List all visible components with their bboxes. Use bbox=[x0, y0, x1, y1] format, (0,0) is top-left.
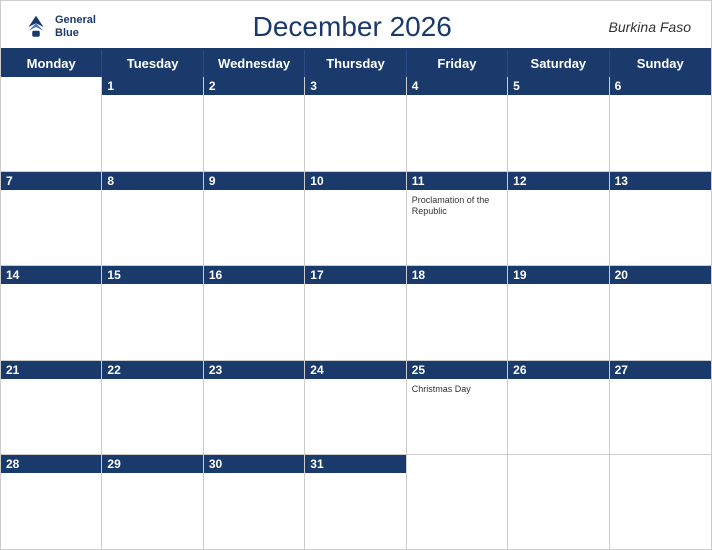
day-cell: 25 Christmas Day bbox=[407, 361, 508, 455]
day-number: 9 bbox=[209, 174, 216, 188]
day-number: 10 bbox=[310, 174, 323, 188]
day-cell: 14 bbox=[1, 266, 102, 360]
weeks: 1234567891011Proclamation of the Republi… bbox=[1, 77, 711, 549]
day-cell: 4 bbox=[407, 77, 508, 171]
day-cell: 30 bbox=[204, 455, 305, 549]
day-number: 19 bbox=[513, 268, 526, 282]
week-row-4: 21 22 23 24 25 Christmas Day 26 27 bbox=[1, 361, 711, 456]
day-cell bbox=[610, 455, 711, 549]
day-cell bbox=[508, 455, 609, 549]
day-number: 24 bbox=[310, 363, 323, 377]
day-cell: 10 bbox=[305, 172, 406, 266]
day-header-saturday: Saturday bbox=[508, 50, 609, 77]
day-cell: 28 bbox=[1, 455, 102, 549]
day-headers: MondayTuesdayWednesdayThursdayFridaySatu… bbox=[1, 50, 711, 77]
logo-text: General Blue bbox=[55, 14, 96, 40]
day-cell: 3 bbox=[305, 77, 406, 171]
day-number: 1 bbox=[107, 79, 114, 93]
week-row-5: 28 29 30 31 bbox=[1, 455, 711, 549]
day-number: 22 bbox=[107, 363, 120, 377]
day-cell: 23 bbox=[204, 361, 305, 455]
day-number: 31 bbox=[310, 457, 323, 471]
day-number: 25 bbox=[412, 363, 425, 377]
logo: General Blue bbox=[21, 12, 96, 42]
day-cell: 11 Proclamation of the Republic bbox=[407, 172, 508, 266]
day-cell: 18 bbox=[407, 266, 508, 360]
day-number: 11 bbox=[412, 174, 425, 188]
day-cell bbox=[407, 455, 508, 549]
day-cell: 16 bbox=[204, 266, 305, 360]
day-header-sunday: Sunday bbox=[610, 50, 711, 77]
day-number: 26 bbox=[513, 363, 526, 377]
day-number: 14 bbox=[6, 268, 19, 282]
day-cell: 9 bbox=[204, 172, 305, 266]
day-header-thursday: Thursday bbox=[305, 50, 406, 77]
day-cell: 31 bbox=[305, 455, 406, 549]
day-cell: 27 bbox=[610, 361, 711, 455]
day-number: 4 bbox=[412, 79, 419, 93]
day-number: 23 bbox=[209, 363, 222, 377]
day-cell: 6 bbox=[610, 77, 711, 171]
day-header-monday: Monday bbox=[1, 50, 102, 77]
day-header-wednesday: Wednesday bbox=[204, 50, 305, 77]
day-cell: 26 bbox=[508, 361, 609, 455]
day-cell: 5 bbox=[508, 77, 609, 171]
day-cell bbox=[1, 77, 102, 171]
day-number: 28 bbox=[6, 457, 19, 471]
day-number: 17 bbox=[310, 268, 323, 282]
holiday-label: Proclamation of the Republic bbox=[412, 195, 502, 218]
day-cell: 15 bbox=[102, 266, 203, 360]
calendar-container: General Blue December 2026 Burkina Faso … bbox=[0, 0, 712, 550]
day-cell: 22 bbox=[102, 361, 203, 455]
day-number: 3 bbox=[310, 79, 317, 93]
month-title: December 2026 bbox=[253, 11, 452, 43]
day-number: 12 bbox=[513, 174, 526, 188]
day-number: 6 bbox=[615, 79, 622, 93]
day-cell: 19 bbox=[508, 266, 609, 360]
week-row-3: 14 15 16 17 18 19 20 bbox=[1, 266, 711, 361]
holiday-label: Christmas Day bbox=[412, 384, 502, 396]
day-cell: 12 bbox=[508, 172, 609, 266]
week-row-1: 1 2 3 4 5 6 bbox=[1, 77, 711, 172]
day-number: 16 bbox=[209, 268, 222, 282]
day-header-tuesday: Tuesday bbox=[102, 50, 203, 77]
day-number: 20 bbox=[615, 268, 628, 282]
day-cell: 8 bbox=[102, 172, 203, 266]
day-header-friday: Friday bbox=[407, 50, 508, 77]
day-number: 30 bbox=[209, 457, 222, 471]
week-row-2: 7 8 9 10 11 Proclamation of the Republic 12 13 bbox=[1, 172, 711, 267]
day-number: 15 bbox=[107, 268, 120, 282]
logo-icon bbox=[21, 12, 51, 42]
day-number: 29 bbox=[107, 457, 120, 471]
day-number: 8 bbox=[107, 174, 114, 188]
day-number: 2 bbox=[209, 79, 216, 93]
day-number: 21 bbox=[6, 363, 19, 377]
day-number: 13 bbox=[615, 174, 628, 188]
country-name: Burkina Faso bbox=[609, 19, 691, 35]
day-cell: 13 bbox=[610, 172, 711, 266]
day-cell: 17 bbox=[305, 266, 406, 360]
day-number: 27 bbox=[615, 363, 628, 377]
day-cell: 24 bbox=[305, 361, 406, 455]
day-number: 5 bbox=[513, 79, 520, 93]
day-cell: 7 bbox=[1, 172, 102, 266]
day-cell: 29 bbox=[102, 455, 203, 549]
calendar-header: General Blue December 2026 Burkina Faso bbox=[1, 1, 711, 48]
day-number: 18 bbox=[412, 268, 425, 282]
day-number: 7 bbox=[6, 174, 13, 188]
day-cell: 21 bbox=[1, 361, 102, 455]
day-cell: 20 bbox=[610, 266, 711, 360]
day-cell: 1 bbox=[102, 77, 203, 171]
calendar-grid: MondayTuesdayWednesdayThursdayFridaySatu… bbox=[1, 48, 711, 549]
day-cell: 2 bbox=[204, 77, 305, 171]
